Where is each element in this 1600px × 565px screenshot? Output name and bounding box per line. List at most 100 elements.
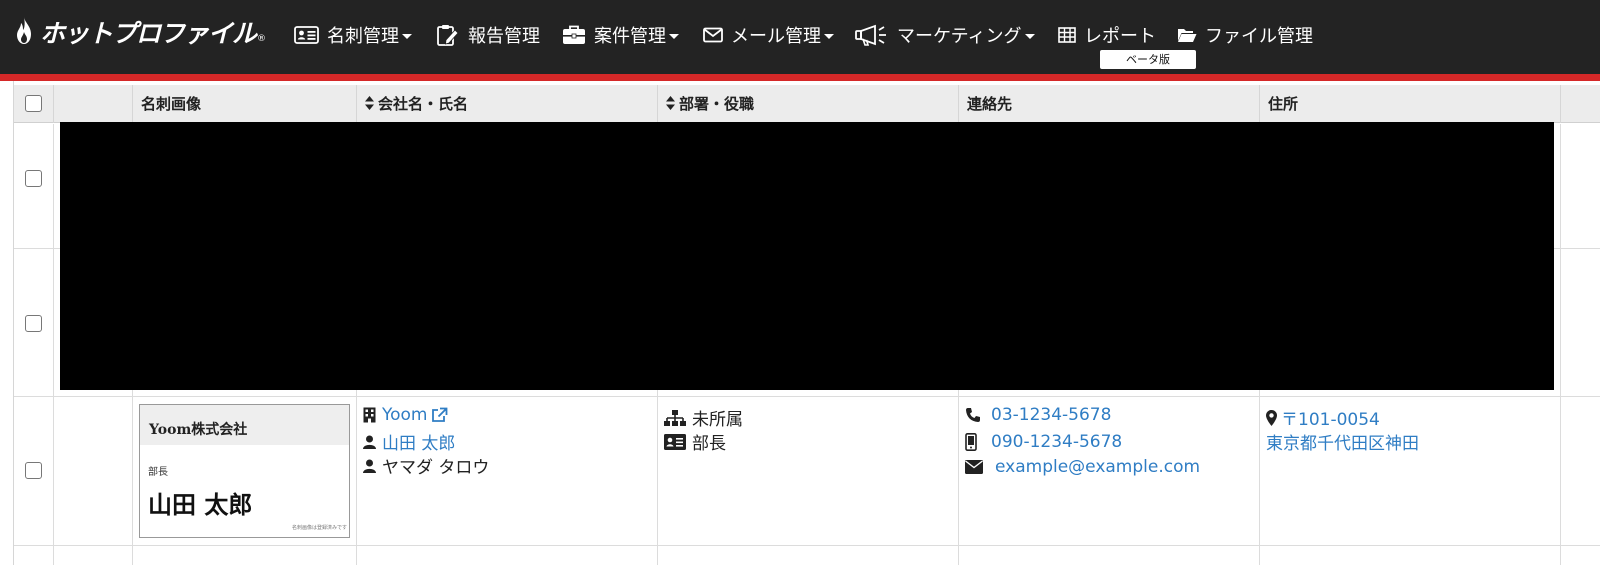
- header-company-name-label: 会社名・氏名: [378, 95, 469, 113]
- row-checkbox[interactable]: [25, 462, 42, 479]
- sort-icon: [365, 96, 374, 110]
- person-name-line: 山田 太郎: [363, 429, 455, 454]
- table-row[interactable]: [14, 546, 1600, 565]
- select-cell: [14, 546, 54, 565]
- nav-report-management[interactable]: 報告管理: [436, 20, 540, 50]
- card-image-cell: Yoom株式会社 部長 山田 太郎 名刺画像は登録済みです: [133, 397, 357, 545]
- id-card-icon: [294, 26, 319, 44]
- registered-mark: ®: [257, 34, 267, 44]
- phone-line: 03-1234-5678: [965, 405, 1111, 425]
- header-company-name[interactable]: 会社名・氏名: [357, 85, 658, 123]
- email-line: example@example.com: [965, 457, 1200, 477]
- card-fine-print: 名刺画像は登録済みです: [291, 525, 347, 531]
- header-card-image[interactable]: 名刺画像: [133, 85, 357, 123]
- nav-file-management-label: ファイル管理: [1205, 26, 1313, 47]
- select-cell: [14, 249, 54, 396]
- row-checkbox[interactable]: [25, 170, 42, 187]
- card-company: Yoom株式会社: [149, 422, 248, 438]
- company-link[interactable]: Yoom: [382, 405, 428, 425]
- envelope-icon: [703, 27, 723, 43]
- megaphone-icon: [855, 24, 886, 46]
- nav-report-label: レポート: [1084, 26, 1156, 47]
- table-icon: [1058, 27, 1076, 43]
- department-value: 未所属: [692, 410, 743, 430]
- sort-icon: [666, 96, 675, 110]
- beta-badge: ベータ版: [1100, 50, 1196, 69]
- company-line: Yoom: [363, 405, 448, 425]
- nav-card-management-label: 名刺管理: [327, 26, 399, 47]
- header-card-image-label: 名刺画像: [141, 95, 202, 113]
- header-contact-label: 連絡先: [967, 95, 1013, 113]
- briefcase-icon: [563, 25, 585, 44]
- contact-cell: [959, 546, 1260, 565]
- table-row[interactable]: Yoom株式会社 部長 山田 太郎 名刺画像は登録済みです Yoom 山田 太郎…: [14, 397, 1600, 546]
- select-all-checkbox[interactable]: [25, 95, 42, 112]
- header-department-title-label: 部署・役職: [679, 95, 755, 113]
- user-icon: [363, 435, 376, 449]
- address-cell: 〒101-0054 東京都千代田区神田: [1260, 397, 1561, 545]
- redacted-area: [60, 122, 1554, 390]
- blank-cell: [54, 546, 133, 565]
- contact-cell: 03-1234-5678 090-1234-5678 example@examp…: [959, 397, 1260, 545]
- header-overflow-cell: [1561, 85, 1600, 123]
- address-cell: [1260, 546, 1561, 565]
- id-card-icon: [664, 433, 686, 450]
- user-icon: [363, 459, 376, 473]
- department-line: 未所属: [664, 405, 743, 430]
- chevron-down-icon: [669, 34, 679, 39]
- nav-mail-management-label: メール管理: [731, 26, 821, 47]
- address-link[interactable]: 東京都千代田区神田: [1266, 429, 1419, 454]
- chevron-down-icon: [824, 34, 834, 39]
- top-navbar: ホットプロファイル ® 名刺管理 報告管理 案件管理 メール管理 マーケティング…: [0, 0, 1600, 74]
- envelope-icon: [965, 460, 983, 474]
- position-value: 部長: [692, 434, 726, 454]
- department-cell: 未所属 部長: [658, 397, 959, 545]
- nav-report-management-label: 報告管理: [468, 26, 540, 47]
- mobile-link[interactable]: 090-1234-5678: [991, 432, 1122, 452]
- nav-mail-management[interactable]: メール管理: [703, 20, 834, 50]
- header-address-label: 住所: [1268, 95, 1299, 113]
- header-select-cell: [14, 85, 54, 123]
- person-name-link[interactable]: 山田 太郎: [382, 429, 455, 454]
- navbar-accent-stripe: [0, 74, 1600, 81]
- company-cell: [357, 546, 658, 565]
- department-cell: [658, 546, 959, 565]
- nav-marketing[interactable]: マーケティング: [855, 20, 1035, 50]
- chevron-down-icon: [1024, 34, 1035, 39]
- person-kana-line: ヤマダ タロウ: [363, 453, 489, 478]
- header-address[interactable]: 住所: [1260, 85, 1561, 123]
- header-blank-cell: [54, 85, 133, 123]
- mobile-line: 090-1234-5678: [965, 432, 1122, 452]
- business-card-image[interactable]: Yoom株式会社 部長 山田 太郎 名刺画像は登録済みです: [139, 404, 350, 538]
- row-checkbox[interactable]: [25, 315, 42, 332]
- postal-line: 〒101-0054: [1266, 405, 1380, 430]
- report-edit-icon: [437, 25, 459, 46]
- select-cell: [14, 397, 54, 545]
- folder-open-icon: [1178, 29, 1197, 42]
- company-cell: Yoom 山田 太郎 ヤマダ タロウ: [357, 397, 658, 545]
- card-name: 山田 太郎: [148, 490, 253, 519]
- nav-report[interactable]: レポート: [1058, 20, 1156, 50]
- nav-file-management[interactable]: ファイル管理: [1177, 20, 1313, 50]
- person-kana: ヤマダ タロウ: [382, 458, 490, 478]
- building-icon: [363, 407, 376, 423]
- nav-marketing-label: マーケティング: [897, 26, 1022, 47]
- chevron-down-icon: [402, 34, 412, 39]
- phone-link[interactable]: 03-1234-5678: [991, 405, 1111, 425]
- nav-card-management[interactable]: 名刺管理: [294, 20, 412, 50]
- map-marker-icon: [1266, 409, 1277, 426]
- flame-icon: [17, 17, 31, 44]
- phone-icon: [966, 408, 980, 422]
- mobile-phone-icon: [965, 433, 977, 451]
- nav-deal-management-label: 案件管理: [594, 26, 666, 47]
- header-department-title[interactable]: 部署・役職: [658, 85, 959, 123]
- external-link-icon[interactable]: [431, 407, 448, 423]
- app-logo[interactable]: ホットプロファイル ®: [12, 14, 266, 50]
- header-contact[interactable]: 連絡先: [959, 85, 1260, 123]
- table-header: 名刺画像 会社名・氏名 部署・役職 連絡先 住所: [14, 85, 1600, 123]
- postal-link[interactable]: 〒101-0054: [1281, 405, 1380, 430]
- nav-deal-management[interactable]: 案件管理: [562, 20, 679, 50]
- logo-text: ホットプロファイル: [40, 19, 257, 48]
- position-line: 部長: [664, 429, 726, 454]
- email-link[interactable]: example@example.com: [995, 457, 1200, 477]
